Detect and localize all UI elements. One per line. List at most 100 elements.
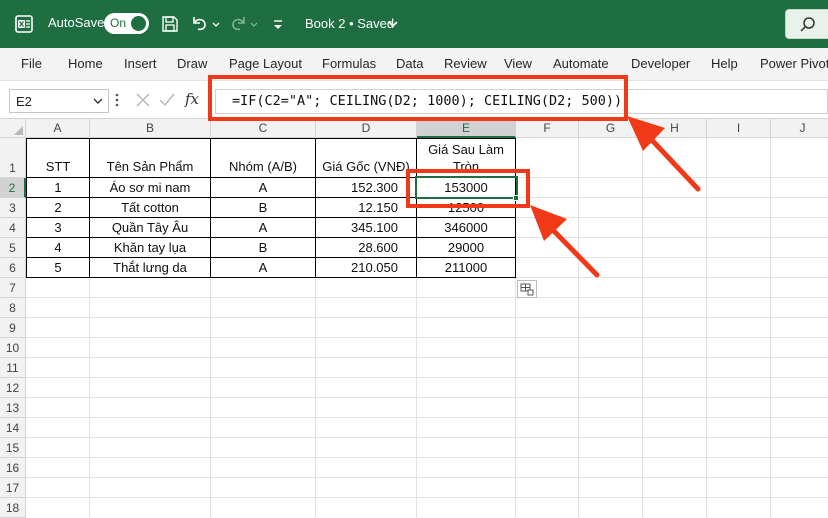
row-header-15[interactable]: 15 (0, 438, 26, 458)
autosave-state: On (110, 16, 127, 30)
table-cell[interactable]: Quần Tây Âu (90, 218, 210, 237)
table-cell[interactable]: Tất cotton (90, 198, 210, 217)
table-cell[interactable]: A (211, 178, 315, 197)
column-header-b[interactable]: B (90, 119, 211, 138)
header-cell-stt[interactable]: STT (27, 139, 89, 177)
gridline (26, 437, 828, 438)
tab-page-layout[interactable]: Page Layout (229, 56, 302, 71)
undo-dropdown-icon[interactable] (211, 14, 221, 34)
tab-draw[interactable]: Draw (177, 56, 207, 71)
row-header-11[interactable]: 11 (0, 358, 26, 378)
header-cell-group[interactable]: Nhóm (A/B) (211, 139, 315, 177)
more-options-icon[interactable] (115, 93, 119, 107)
tab-automate[interactable]: Automate (553, 56, 609, 71)
save-icon[interactable] (160, 14, 180, 34)
toggle-knob (131, 16, 146, 31)
gridline (26, 397, 828, 398)
header-cell-original-price[interactable]: Giá Gốc (VNĐ) (316, 139, 416, 177)
row-header-9[interactable]: 9 (0, 318, 26, 338)
gridline (770, 138, 771, 518)
tab-help[interactable]: Help (711, 56, 738, 71)
column-header-i[interactable]: I (707, 119, 771, 138)
row-header-8[interactable]: 8 (0, 298, 26, 318)
table-cell[interactable]: 3 (27, 218, 89, 237)
tab-developer[interactable]: Developer (631, 56, 690, 71)
row-header-2[interactable]: 2 (0, 178, 26, 198)
chevron-down-icon[interactable] (91, 94, 105, 108)
table-cell[interactable]: B (211, 198, 315, 217)
document-title[interactable]: Book 2 • Saved (305, 16, 394, 31)
tab-data[interactable]: Data (396, 56, 423, 71)
column-header-a[interactable]: A (26, 119, 90, 138)
column-header-g[interactable]: G (579, 119, 643, 138)
customize-toolbar-icon[interactable] (268, 14, 288, 34)
table-cell[interactable]: Khăn tay lụa (90, 238, 210, 257)
table-cell[interactable]: 152.300 (316, 178, 416, 197)
row-header-6[interactable]: 6 (0, 258, 26, 278)
row-header-5[interactable]: 5 (0, 238, 26, 258)
gridline (26, 317, 828, 318)
chevron-down-icon[interactable] (387, 14, 399, 34)
table-cell[interactable]: 2 (27, 198, 89, 217)
row-header-3[interactable]: 3 (0, 198, 26, 218)
row-header-12[interactable]: 12 (0, 378, 26, 398)
redo-dropdown-icon[interactable] (249, 14, 259, 34)
row-header-1[interactable]: 1 (0, 138, 26, 178)
enter-check-icon[interactable] (158, 92, 176, 108)
table-cell[interactable]: 28.600 (316, 238, 416, 257)
autosave-toggle[interactable]: On (104, 13, 149, 34)
redo-icon[interactable] (228, 14, 248, 34)
row-header-18[interactable]: 18 (0, 498, 26, 518)
excel-app-icon[interactable] (14, 14, 34, 34)
header-cell-product[interactable]: Tên Sản Phẩm (90, 139, 210, 177)
table-cell[interactable]: 4 (27, 238, 89, 257)
row-header-13[interactable]: 13 (0, 398, 26, 418)
insert-function-button[interactable]: fx (185, 90, 199, 108)
table-cell[interactable]: A (211, 218, 315, 237)
row-header-17[interactable]: 17 (0, 478, 26, 498)
undo-icon[interactable] (190, 14, 210, 34)
table-cell[interactable]: 346000 (417, 218, 515, 237)
tab-file[interactable]: File (21, 56, 42, 71)
table-cell[interactable]: B (211, 238, 315, 257)
table-cell[interactable]: 5 (27, 258, 89, 277)
column-header-e[interactable]: E (417, 119, 516, 138)
row-header-10[interactable]: 10 (0, 338, 26, 358)
name-box-value: E2 (16, 94, 32, 109)
quick-analysis-button[interactable] (517, 280, 537, 298)
table-cell[interactable]: Áo sơ mi nam (90, 178, 210, 197)
tab-insert[interactable]: Insert (124, 56, 157, 71)
row-header-16[interactable]: 16 (0, 458, 26, 478)
table-cell[interactable]: 210.050 (316, 258, 416, 277)
table-cell[interactable]: 12.150 (316, 198, 416, 217)
gridline (26, 477, 828, 478)
table-cell[interactable]: 1 (27, 178, 89, 197)
tab-review[interactable]: Review (444, 56, 487, 71)
table-cell[interactable]: Thắt lưng da (90, 258, 210, 277)
column-header-h[interactable]: H (643, 119, 707, 138)
column-header-c[interactable]: C (211, 119, 316, 138)
column-header-d[interactable]: D (316, 119, 417, 138)
gridline (26, 297, 828, 298)
search-icon (800, 17, 815, 32)
table-cell[interactable]: 345.100 (316, 218, 416, 237)
tab-formulas[interactable]: Formulas (322, 56, 376, 71)
result-highlight-box (406, 169, 530, 208)
name-box[interactable]: E2 (9, 89, 109, 113)
row-header-4[interactable]: 4 (0, 218, 26, 238)
row-header-14[interactable]: 14 (0, 418, 26, 438)
select-all-button[interactable] (0, 119, 26, 138)
search-box[interactable] (785, 9, 828, 39)
tab-view[interactable]: View (504, 56, 532, 71)
row-header-7[interactable]: 7 (0, 278, 26, 298)
tab-power-pivot[interactable]: Power Pivot (760, 56, 828, 71)
table-cell[interactable]: A (211, 258, 315, 277)
cancel-icon[interactable] (135, 92, 151, 108)
gridline (578, 138, 579, 518)
column-header-j[interactable]: J (771, 119, 828, 138)
table-cell[interactable]: 29000 (417, 238, 515, 257)
tab-home[interactable]: Home (68, 56, 103, 71)
table-cell[interactable]: 211000 (417, 258, 515, 277)
column-header-f[interactable]: F (516, 119, 579, 138)
title-bar: AutoSave On Book 2 • Saved (0, 0, 828, 48)
